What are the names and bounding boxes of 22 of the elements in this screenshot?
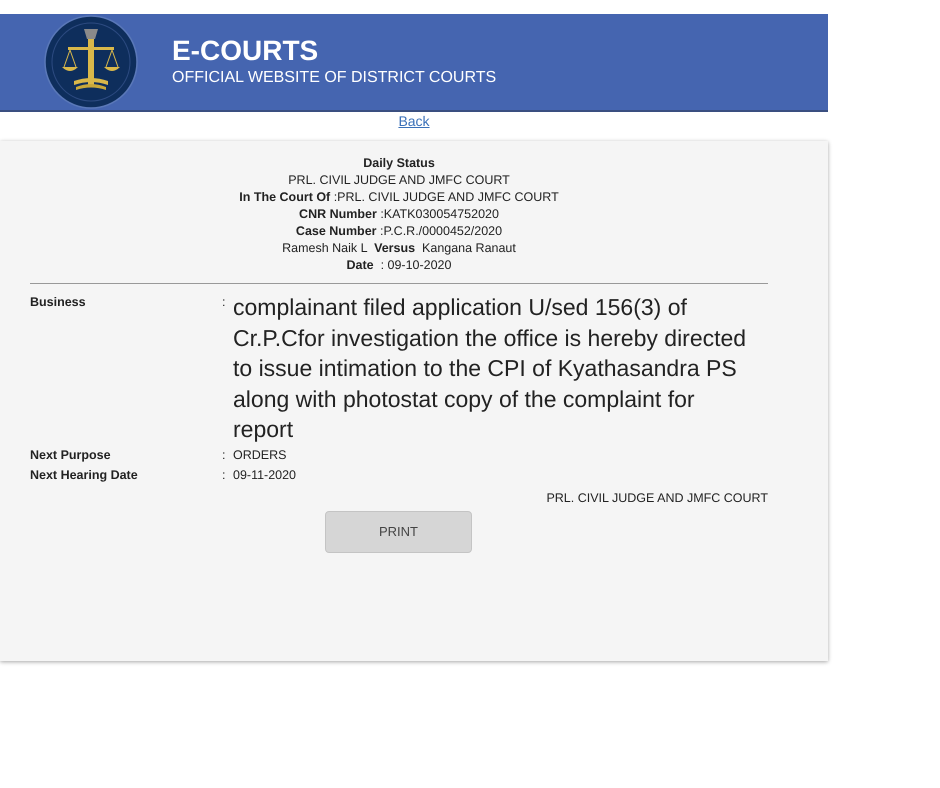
colon-mark: :: [222, 466, 226, 484]
status-heading: Daily Status: [363, 155, 435, 172]
field-label: Next Hearing Date: [30, 466, 139, 484]
site-subtitle: OFFICIAL WEBSITE OF DISTRICT COURTS: [172, 68, 496, 88]
colon-mark: :: [222, 294, 226, 311]
back-link[interactable]: Back: [398, 113, 430, 129]
field-value: complainant filed application U/sed 156(3) of Cr.P.Cfor investigation the office is hereby directed to issue intimation to the CPI of Kyathasandra PS along with photostat copy of the complaint for report: [233, 293, 748, 444]
status-line: Case Number :P.C.R./0000452/2020: [296, 223, 502, 240]
field-label: Business: [30, 294, 87, 311]
site-title: E-COURTS: [172, 35, 320, 67]
status-line: PRL. CIVIL JUDGE AND JMFC COURT: [288, 172, 510, 189]
field-value: 09-11-2020: [233, 466, 296, 484]
colon-mark: :: [222, 446, 226, 464]
status-line: Date : 09-10-2020: [346, 257, 452, 274]
field-label: Next Purpose: [30, 446, 112, 464]
field-value: ORDERS: [233, 446, 286, 464]
status-line: CNR Number :KATK030054752020: [299, 206, 499, 223]
status-line: In The Court Of :PRL. CIVIL JUDGE AND JMFC COURT: [239, 189, 559, 206]
emblem-logo-icon: [44, 15, 138, 109]
status-line: Ramesh Naik L Versus Kangana Ranaut: [282, 240, 516, 257]
print-button[interactable]: PRINT: [325, 510, 472, 552]
court-signature: PRL. CIVIL JUDGE AND JMFC COURT: [546, 490, 768, 504]
